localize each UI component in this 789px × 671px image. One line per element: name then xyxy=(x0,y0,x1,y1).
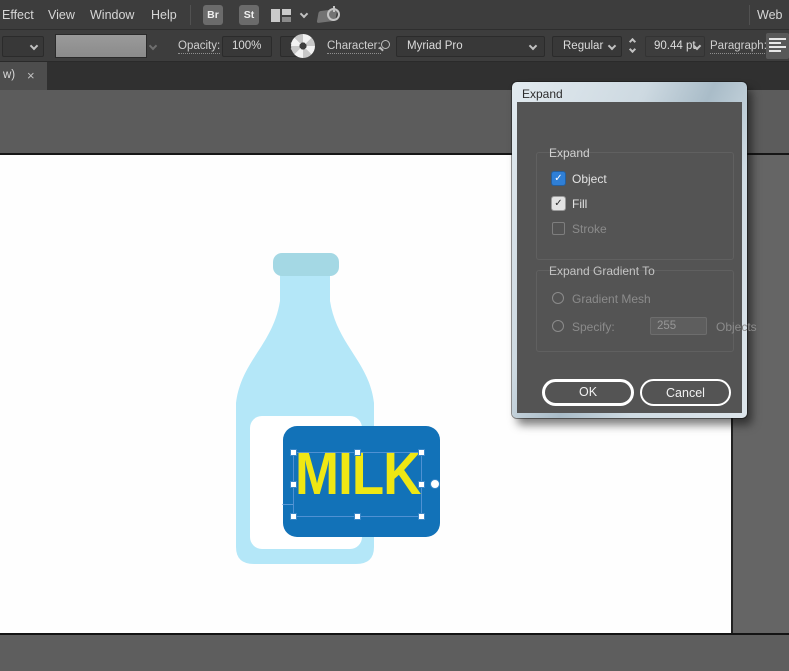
radio-unselected-icon xyxy=(552,320,564,332)
text-baseline-tick xyxy=(282,504,293,505)
font-size-value: 90.44 pt xyxy=(654,40,696,52)
font-size-stepper[interactable] xyxy=(628,38,640,54)
font-family-value: Myriad Pro xyxy=(407,40,463,52)
workspace-switcher[interactable]: Web xyxy=(757,8,782,22)
checkbox-row-fill[interactable]: ✓ Fill xyxy=(552,197,722,212)
paragraph-label[interactable]: Paragraph: xyxy=(710,40,767,54)
menu-divider xyxy=(190,5,191,25)
checkbox-checked-icon[interactable]: ✓ xyxy=(552,197,565,210)
selection-bounding-box[interactable] xyxy=(293,452,422,517)
checkbox-checked-icon[interactable]: ✓ xyxy=(552,172,565,185)
selection-handle-se[interactable] xyxy=(418,513,425,520)
dialog-body: Expand ✓ Object ✓ Fill Stroke Expand Gra… xyxy=(517,102,742,413)
selection-handle-nw[interactable] xyxy=(290,449,297,456)
dialog-title[interactable]: Expand xyxy=(522,87,563,101)
checkbox-unchecked-icon xyxy=(552,222,565,235)
close-icon[interactable]: × xyxy=(27,68,35,83)
selection-handle-e[interactable] xyxy=(418,481,425,488)
control-bar: Opacity: 100% Character: Myriad Pro Regu… xyxy=(0,30,789,62)
ok-button[interactable]: OK xyxy=(542,379,634,406)
radio-unselected-icon xyxy=(552,292,564,304)
align-left-icon[interactable] xyxy=(766,33,789,59)
menu-bar: Effect View Window Help Br St Web xyxy=(0,0,789,30)
checkbox-label: Stroke xyxy=(572,222,607,236)
character-label[interactable]: Character: xyxy=(327,40,381,54)
selection-handle-n[interactable] xyxy=(354,449,361,456)
gradient-section-label: Expand Gradient To xyxy=(549,264,655,278)
brush-preview-swatch[interactable] xyxy=(55,34,147,58)
radio-label: Gradient Mesh xyxy=(572,292,651,306)
opacity-input[interactable]: 100% xyxy=(222,36,272,57)
variable-width-select[interactable] xyxy=(2,36,44,57)
bottom-panel-area xyxy=(0,633,789,671)
menu-help[interactable]: Help xyxy=(151,8,177,22)
radio-row-gradient-mesh: Gradient Mesh xyxy=(552,292,727,307)
checkbox-label: Object xyxy=(572,172,607,186)
illustrator-window: Effect View Window Help Br St Web Opacit… xyxy=(0,0,789,671)
selection-handle-sw[interactable] xyxy=(290,513,297,520)
bottle-cap-shape xyxy=(273,253,339,276)
selection-handle-w[interactable] xyxy=(290,481,297,488)
specify-objects-input: 255 xyxy=(650,317,707,335)
selection-handle-s[interactable] xyxy=(354,513,361,520)
radio-label: Specify: xyxy=(572,320,615,334)
checkbox-row-object[interactable]: ✓ Object xyxy=(552,172,722,187)
selection-handle-ne[interactable] xyxy=(418,449,425,456)
font-family-select[interactable]: Myriad Pro xyxy=(396,36,545,57)
document-tab[interactable]: w) × xyxy=(0,62,47,90)
document-tab-label: w) xyxy=(3,69,15,81)
recolor-artwork-icon[interactable] xyxy=(291,34,315,58)
expand-section-label: Expand xyxy=(549,146,590,160)
cancel-button[interactable]: Cancel xyxy=(640,379,731,406)
checkbox-label: Fill xyxy=(572,197,587,211)
gradient-options-group xyxy=(536,270,734,352)
checkbox-row-stroke: Stroke xyxy=(552,222,722,237)
selection-anchor-circle[interactable] xyxy=(430,479,440,489)
bridge-icon[interactable]: Br xyxy=(203,5,223,25)
expand-dialog: Expand Expand ✓ Object ✓ Fill Stroke Exp… xyxy=(512,82,747,418)
stock-icon[interactable]: St xyxy=(239,5,259,25)
font-search-icon[interactable] xyxy=(381,40,390,49)
font-style-select[interactable]: Regular xyxy=(552,36,622,57)
menu-effect[interactable]: Effect xyxy=(2,8,34,22)
power-icon[interactable] xyxy=(327,8,340,21)
menu-view[interactable]: View xyxy=(48,8,75,22)
menu-window[interactable]: Window xyxy=(90,8,134,22)
arrange-documents-icon[interactable] xyxy=(271,9,291,22)
menu-divider xyxy=(749,5,750,25)
font-style-value: Regular xyxy=(563,40,603,52)
chevron-down-icon[interactable] xyxy=(300,10,308,18)
chevron-down-icon[interactable] xyxy=(149,42,157,50)
radio-row-specify: Specify: 255 Objects xyxy=(552,320,732,335)
objects-suffix-label: Objects xyxy=(716,320,757,334)
opacity-label[interactable]: Opacity: xyxy=(178,40,220,54)
